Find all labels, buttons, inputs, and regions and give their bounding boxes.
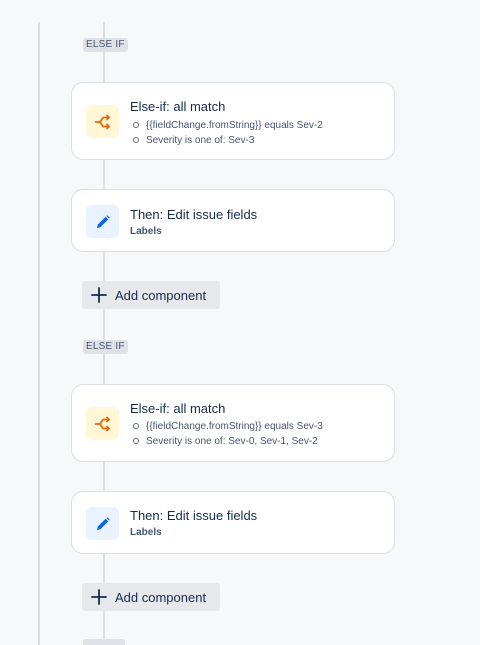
else-if-lozenge: ELSE IF bbox=[83, 38, 128, 52]
outer-rule-line bbox=[38, 22, 40, 645]
condition-item: {{fieldChange.fromString}} equals Sev-2 bbox=[132, 118, 323, 133]
condition-list: {{fieldChange.fromString}} equals Sev-2 … bbox=[132, 118, 323, 148]
action-subtitle: Labels bbox=[130, 226, 162, 237]
add-component-label: Add component bbox=[115, 287, 207, 303]
next-lozenge-partial bbox=[83, 639, 125, 645]
add-component-label: Add component bbox=[115, 589, 207, 605]
branch-icon bbox=[86, 105, 119, 138]
action-subtitle: Labels bbox=[130, 527, 162, 538]
condition-list: {{fieldChange.fromString}} equals Sev-3 … bbox=[132, 419, 323, 449]
pencil-icon bbox=[86, 507, 119, 540]
condition-card[interactable]: Else-if: all match {{fieldChange.fromStr… bbox=[71, 82, 395, 160]
pencil-icon bbox=[86, 205, 119, 238]
condition-title: Else-if: all match bbox=[130, 99, 226, 114]
plus-icon bbox=[91, 287, 107, 303]
condition-title: Else-if: all match bbox=[130, 401, 226, 416]
action-card[interactable]: Then: Edit issue fields Labels bbox=[71, 189, 395, 252]
plus-icon bbox=[91, 589, 107, 605]
add-component-button[interactable]: Add component bbox=[82, 583, 220, 611]
condition-item: Severity is one of: Sev-3 bbox=[132, 133, 323, 148]
condition-item: {{fieldChange.fromString}} equals Sev-3 bbox=[132, 419, 323, 434]
action-title: Then: Edit issue fields bbox=[130, 207, 258, 222]
condition-card[interactable]: Else-if: all match {{fieldChange.fromStr… bbox=[71, 384, 395, 462]
add-component-button[interactable]: Add component bbox=[82, 281, 220, 309]
action-card[interactable]: Then: Edit issue fields Labels bbox=[71, 491, 395, 554]
action-title: Then: Edit issue fields bbox=[130, 508, 258, 523]
else-if-lozenge: ELSE IF bbox=[83, 340, 128, 354]
condition-item: Severity is one of: Sev-0, Sev-1, Sev-2 bbox=[132, 434, 323, 449]
branch-icon bbox=[86, 407, 119, 440]
